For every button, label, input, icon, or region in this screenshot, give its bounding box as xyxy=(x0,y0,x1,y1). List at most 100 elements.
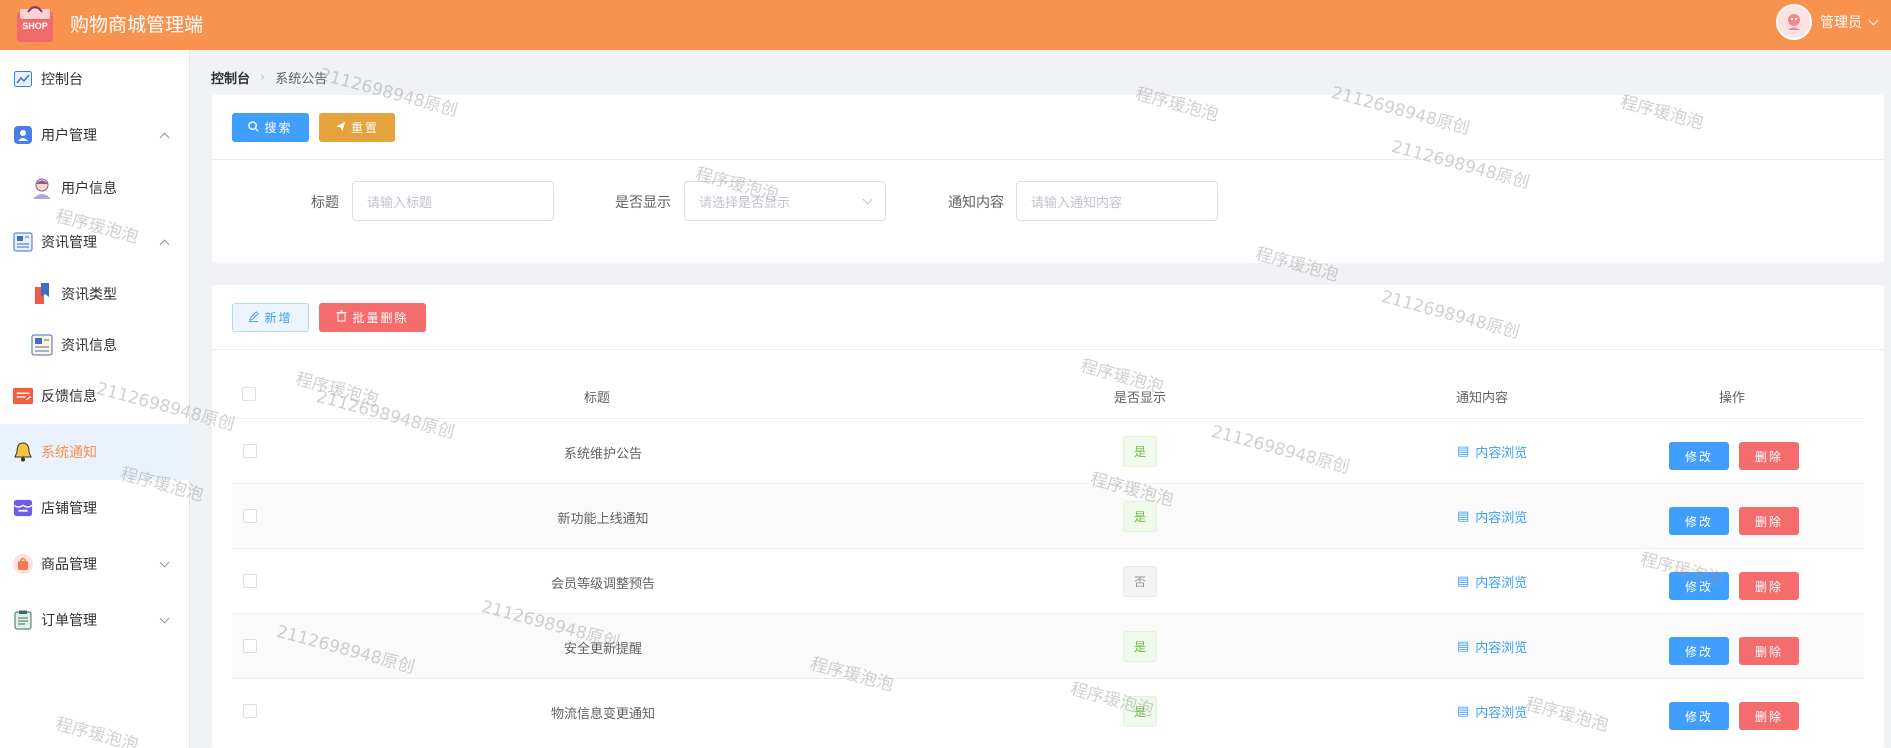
sidebar-item-news-type[interactable]: 资讯类型 xyxy=(0,266,190,322)
row-checkbox[interactable] xyxy=(243,509,257,523)
chevron-down-icon[interactable] xyxy=(1868,15,1879,25)
news-doc-icon xyxy=(30,333,54,357)
send-icon xyxy=(335,121,346,135)
column-header-content: 通知内容 xyxy=(1455,391,1508,406)
table-row: 系统维护公告 是 ▤ 内容浏览 修改 删除 xyxy=(232,418,1864,483)
edit-button[interactable]: 修改 xyxy=(1669,442,1729,470)
display-label: 是否显示 xyxy=(615,195,671,211)
row-checkbox[interactable] xyxy=(243,639,257,653)
document-icon: ▤ xyxy=(1457,574,1470,589)
delete-button[interactable]: 删除 xyxy=(1739,507,1799,535)
edit-button[interactable]: 修改 xyxy=(1669,637,1729,665)
store-icon xyxy=(13,498,33,518)
content-input-placeholder: 请输入通知内容 xyxy=(1031,195,1123,211)
batch-delete-button[interactable]: 批量删除 xyxy=(319,303,426,332)
newspaper-icon xyxy=(13,232,33,252)
table-row: 新功能上线通知 是 ▤ 内容浏览 修改 删除 xyxy=(232,483,1864,548)
edit-button[interactable]: 修改 xyxy=(1669,572,1729,600)
sidebar-item-news-info[interactable]: 资讯信息 xyxy=(0,317,190,373)
sidebar-item-system-notice[interactable]: 系统通知 xyxy=(0,424,190,480)
sidebar-item-news-management[interactable]: 资讯管理 xyxy=(0,214,190,270)
title-input[interactable]: 请输入标题 xyxy=(352,181,554,221)
search-button[interactable]: 搜索 xyxy=(232,113,309,142)
document-icon: ▤ xyxy=(1457,444,1470,459)
add-button[interactable]: 新增 xyxy=(232,303,309,332)
status-badge: 是 xyxy=(1123,501,1157,532)
sidebar-item-user-management[interactable]: 用户管理 xyxy=(0,107,190,163)
user-menu[interactable]: 管理员 xyxy=(1776,4,1879,40)
row-checkbox[interactable] xyxy=(243,574,257,588)
trash-icon xyxy=(336,310,347,325)
sidebar-item-label: 资讯信息 xyxy=(61,338,117,354)
content-label: 通知内容 xyxy=(948,195,1004,211)
row-checkbox[interactable] xyxy=(243,444,257,458)
title-label: 标题 xyxy=(311,195,339,211)
sidebar-item-label: 商品管理 xyxy=(41,557,97,573)
app-title: 购物商城管理端 xyxy=(70,14,204,36)
sidebar-item-label: 用户管理 xyxy=(41,128,97,144)
select-all-checkbox[interactable] xyxy=(242,387,256,401)
breadcrumb: 控制台 › 系统公告 xyxy=(211,68,327,87)
row-title: 物流信息变更通知 xyxy=(550,707,655,722)
row-checkbox[interactable] xyxy=(243,704,257,718)
reset-button[interactable]: 重置 xyxy=(319,113,395,142)
content-view-link[interactable]: ▤ 内容浏览 xyxy=(1457,442,1527,461)
row-title: 系统维护公告 xyxy=(563,447,642,462)
content-view-link[interactable]: ▤ 内容浏览 xyxy=(1457,702,1527,721)
bell-icon xyxy=(13,442,33,462)
delete-button[interactable]: 删除 xyxy=(1739,572,1799,600)
chevron-down-icon xyxy=(159,613,170,623)
avatar[interactable] xyxy=(1776,4,1812,40)
breadcrumb-separator-icon: › xyxy=(260,70,266,85)
sidebar-item-label: 控制台 xyxy=(41,72,83,88)
chart-line-icon xyxy=(13,69,33,89)
chevron-down-icon[interactable] xyxy=(862,194,873,204)
add-button-label: 新增 xyxy=(264,311,293,325)
delete-button[interactable]: 删除 xyxy=(1739,637,1799,665)
user-avatar-icon xyxy=(30,176,54,200)
content-view-link[interactable]: ▤ 内容浏览 xyxy=(1457,507,1527,526)
sidebar-item-order-management[interactable]: 订单管理 xyxy=(0,592,190,648)
top-header: SHOP 购物商城管理端 管理员 xyxy=(0,0,1891,50)
column-header-actions: 操作 xyxy=(1718,391,1745,406)
sidebar-item-label: 系统通知 xyxy=(41,445,97,461)
edit-button[interactable]: 修改 xyxy=(1669,702,1729,730)
row-title: 新功能上线通知 xyxy=(557,512,649,527)
breadcrumb-home[interactable]: 控制台 xyxy=(211,68,250,87)
sidebar-item-store-management[interactable]: 店铺管理 xyxy=(0,480,190,536)
sidebar-item-user-info[interactable]: 用户信息 xyxy=(0,160,190,216)
chevron-down-icon xyxy=(159,557,170,567)
sidebar-item-dashboard[interactable]: 控制台 xyxy=(0,51,190,107)
search-button-label: 搜索 xyxy=(264,121,293,135)
sidebar-item-label: 店铺管理 xyxy=(41,501,97,517)
status-badge: 否 xyxy=(1123,566,1157,597)
document-icon: ▤ xyxy=(1457,639,1470,654)
sidebar-item-feedback[interactable]: 反馈信息 xyxy=(0,368,190,424)
logo-text: SHOP xyxy=(22,21,48,31)
user-name[interactable]: 管理员 xyxy=(1820,12,1862,32)
content-view-link[interactable]: ▤ 内容浏览 xyxy=(1457,572,1527,591)
sidebar-item-label: 用户信息 xyxy=(61,181,117,197)
content-view-label: 内容浏览 xyxy=(1475,641,1528,656)
breadcrumb-current: 系统公告 xyxy=(275,72,328,87)
row-title: 安全更新提醒 xyxy=(563,642,642,657)
delete-button[interactable]: 删除 xyxy=(1739,702,1799,730)
content-view-link[interactable]: ▤ 内容浏览 xyxy=(1457,637,1527,656)
sidebar-item-product-management[interactable]: 商品管理 xyxy=(0,536,190,592)
search-icon xyxy=(248,120,260,135)
display-select[interactable]: 请选择是否显示 xyxy=(684,181,886,221)
feedback-icon xyxy=(13,386,33,406)
sidebar: 控制台 用户管理 用户信息 资讯管理 资讯类型 资讯信息 反馈信息 系统通知 店… xyxy=(0,50,190,748)
table-panel: 新增 批量删除 标题 是否显示 通知内容 操作 系统维护公告 是 ▤ 内容浏览 修… xyxy=(212,285,1884,748)
chevron-up-icon xyxy=(159,239,170,249)
column-header-title: 标题 xyxy=(583,391,610,406)
delete-button[interactable]: 删除 xyxy=(1739,442,1799,470)
status-badge: 是 xyxy=(1123,631,1157,662)
user-group-icon xyxy=(13,125,33,145)
bookmark-icon xyxy=(30,282,54,306)
edit-button[interactable]: 修改 xyxy=(1669,507,1729,535)
content-view-label: 内容浏览 xyxy=(1475,511,1528,526)
content-input[interactable]: 请输入通知内容 xyxy=(1016,181,1218,221)
reset-button-label: 重置 xyxy=(350,121,379,135)
column-header-display: 是否显示 xyxy=(1113,391,1166,406)
